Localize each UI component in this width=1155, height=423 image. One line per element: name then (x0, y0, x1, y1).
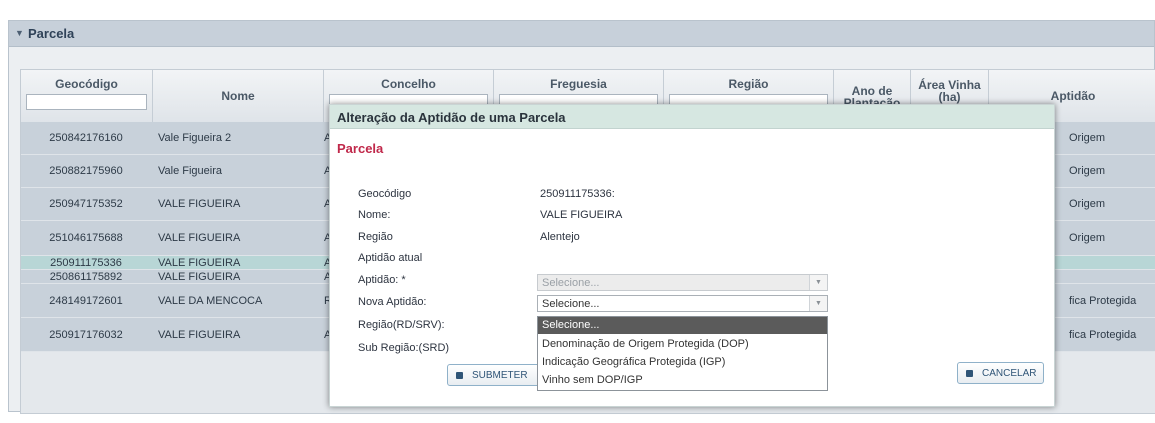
cell-geocodigo: 251046175688 (49, 232, 123, 244)
dropdown-option[interactable]: Selecione... (538, 317, 827, 334)
triangle-down-icon[interactable]: ▼ (809, 296, 827, 311)
cancelar-button[interactable]: CANCELAR (957, 362, 1044, 384)
section-title: Parcela (337, 141, 384, 156)
column-label-concelho: Concelho (381, 77, 436, 91)
cell-geocodigo: 250842176160 (49, 132, 123, 144)
dropdown-option[interactable]: Indicação Geográfica Protegida (IGP) (538, 354, 827, 371)
label-geocodigo: Geocódigo (358, 188, 412, 200)
cell-nome: Vale Figueira (158, 165, 222, 177)
cell-nome: Vale Figueira 2 (158, 132, 232, 144)
chevron-down-icon[interactable]: ▼ (15, 28, 24, 38)
column-header-nome[interactable]: Nome (153, 70, 324, 122)
cell-aptidao (1069, 256, 1155, 269)
cell-nome: VALE FIGUEIRA (158, 270, 241, 283)
cell-geocodigo: 250947175352 (49, 198, 123, 210)
label-regiao: Região (358, 231, 393, 243)
value-geocodigo: 250911175336: (540, 188, 615, 200)
column-label-regiao: Região (728, 77, 769, 91)
cell-aptidao: fica Protegida (1069, 294, 1137, 307)
triangle-down-icon: ▼ (809, 275, 827, 290)
cell-aptidao (1069, 270, 1155, 283)
label-aptidao-atual: Aptidão atual (358, 252, 423, 264)
nova-aptidao-dropdown-list: Selecione... Denominação de Origem Prote… (537, 316, 828, 391)
aptidao-select: Selecione... ▼ (537, 274, 828, 291)
cell-aptidao: Origem (1069, 198, 1106, 210)
label-aptidao: Aptidão: * (358, 274, 406, 286)
cell-nome: VALE FIGUEIRA (158, 256, 241, 269)
save-icon (456, 371, 463, 379)
dropdown-option[interactable]: Vinho sem DOP/IGP (538, 372, 827, 389)
cell-aptidao: Origem (1069, 132, 1106, 144)
nova-aptidao-select-value: Selecione... (542, 298, 600, 310)
value-nome: VALE FIGUEIRA (540, 209, 623, 221)
submeter-button-label: SUBMETER (472, 369, 528, 381)
column-label-area-line2: (ha) (938, 90, 961, 104)
dialog-header[interactable]: Alteração da Aptidão de uma Parcela (330, 105, 1054, 129)
cell-geocodigo: 250882175960 (49, 165, 123, 177)
aptidao-select-value: Selecione... (542, 277, 600, 289)
cell-geocodigo: 250911175336 (50, 256, 122, 269)
column-label-aptidao: Aptidão (1050, 89, 1096, 103)
column-label-geocodigo: Geocódigo (55, 77, 118, 91)
app-frame: ▼ Parcela Geocódigo Nome Concelho Fregue… (0, 0, 1155, 423)
alteracao-aptidao-dialog: Alteração da Aptidão de uma Parcela Parc… (329, 104, 1055, 407)
label-nova-aptidao: Nova Aptidão: (358, 296, 427, 308)
submeter-button[interactable]: SUBMETER (447, 364, 540, 386)
cell-geocodigo: 250861175892 (49, 270, 123, 283)
geocodigo-filter-input[interactable] (26, 94, 147, 110)
cell-geocodigo: 248149172601 (49, 294, 123, 307)
cell-nome: VALE DA MENCOCA (158, 294, 263, 307)
cell-nome: VALE FIGUEIRA (158, 198, 241, 210)
cell-aptidao: Origem (1069, 232, 1106, 244)
panel-header[interactable]: ▼ Parcela (9, 21, 1154, 47)
save-icon (966, 369, 973, 377)
cell-aptidao: fica Protegida (1069, 328, 1137, 341)
label-regiao-rd: Região(RD/SRV): (358, 319, 445, 331)
cell-geocodigo: 250917176032 (49, 328, 123, 341)
column-header-geocodigo[interactable]: Geocódigo (21, 70, 153, 122)
nova-aptidao-select[interactable]: Selecione... ▼ (537, 295, 828, 312)
panel-title: Parcela (28, 26, 75, 41)
cell-nome: VALE FIGUEIRA (158, 328, 241, 341)
column-label-freguesia: Freguesia (550, 77, 607, 91)
cell-nome: VALE FIGUEIRA (158, 232, 241, 244)
column-label-nome: Nome (221, 89, 255, 103)
value-regiao: Alentejo (540, 231, 580, 243)
dropdown-option[interactable]: Denominação de Origem Protegida (DOP) (538, 336, 827, 353)
dialog-title: Alteração da Aptidão de uma Parcela (337, 110, 566, 125)
cancelar-button-label: CANCELAR (982, 367, 1037, 379)
label-sub-regiao: Sub Região:(SRD) (358, 342, 450, 354)
cell-aptidao: Origem (1069, 165, 1106, 177)
label-nome: Nome: (358, 209, 391, 221)
